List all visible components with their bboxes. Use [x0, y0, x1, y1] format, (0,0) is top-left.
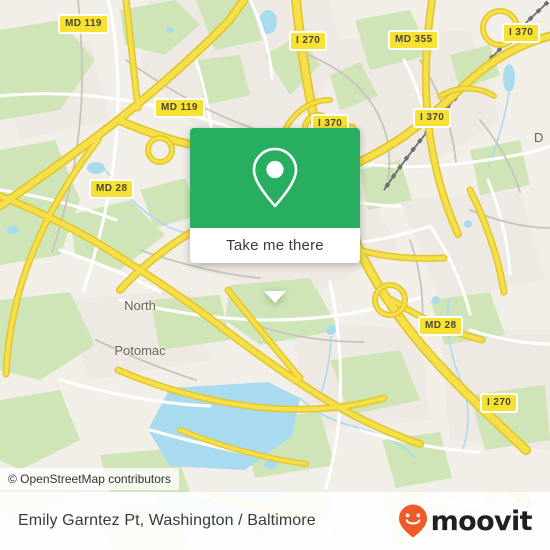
destination-title: Emily Garntez Pt, Washington / Baltimore — [18, 512, 316, 529]
map-shield-md28-west[interactable]: MD 28 — [89, 179, 135, 199]
map-pin-icon — [252, 147, 298, 208]
callout-pointer — [264, 291, 286, 303]
destination-callout-card[interactable]: Take me there — [190, 128, 360, 303]
footer-bar: Emily Garntez Pt, Washington / Baltimore… — [0, 492, 550, 550]
place-label-line-1: North — [124, 298, 156, 313]
map-shield-md355[interactable]: MD 355 — [388, 30, 440, 50]
moovit-wordmark: moovit — [430, 505, 533, 537]
place-label-north-potomac: North Potomac — [96, 268, 184, 388]
map-shield-md119-north[interactable]: MD 119 — [58, 14, 109, 34]
moovit-pin-smile-icon — [398, 504, 427, 538]
map-shield-i370-east[interactable]: I 370 — [413, 108, 452, 128]
take-me-there-button[interactable]: Take me there — [190, 228, 360, 263]
place-label-line-2: Potomac — [114, 343, 166, 358]
moovit-map-share-card: MD 119 I 270 MD 355 I 370 MD 119 I 370 I… — [0, 0, 550, 550]
map-shield-md119-south[interactable]: MD 119 — [154, 98, 205, 118]
map-shield-i370-northeast[interactable]: I 370 — [502, 23, 541, 43]
callout-icon-panel — [190, 128, 360, 228]
moovit-logo[interactable]: moovit — [397, 503, 533, 539]
take-me-there-label: Take me there — [226, 237, 324, 254]
map-shield-i270-south[interactable]: I 270 — [480, 393, 519, 413]
place-label-derwood-clipped: D — [534, 130, 544, 145]
map-shield-i270-north[interactable]: I 270 — [289, 31, 328, 51]
osm-attribution[interactable]: © OpenStreetMap contributors — [0, 468, 179, 490]
map-shield-md28-east[interactable]: MD 28 — [418, 316, 464, 336]
map-canvas[interactable]: MD 119 I 270 MD 355 I 370 MD 119 I 370 I… — [0, 0, 550, 492]
